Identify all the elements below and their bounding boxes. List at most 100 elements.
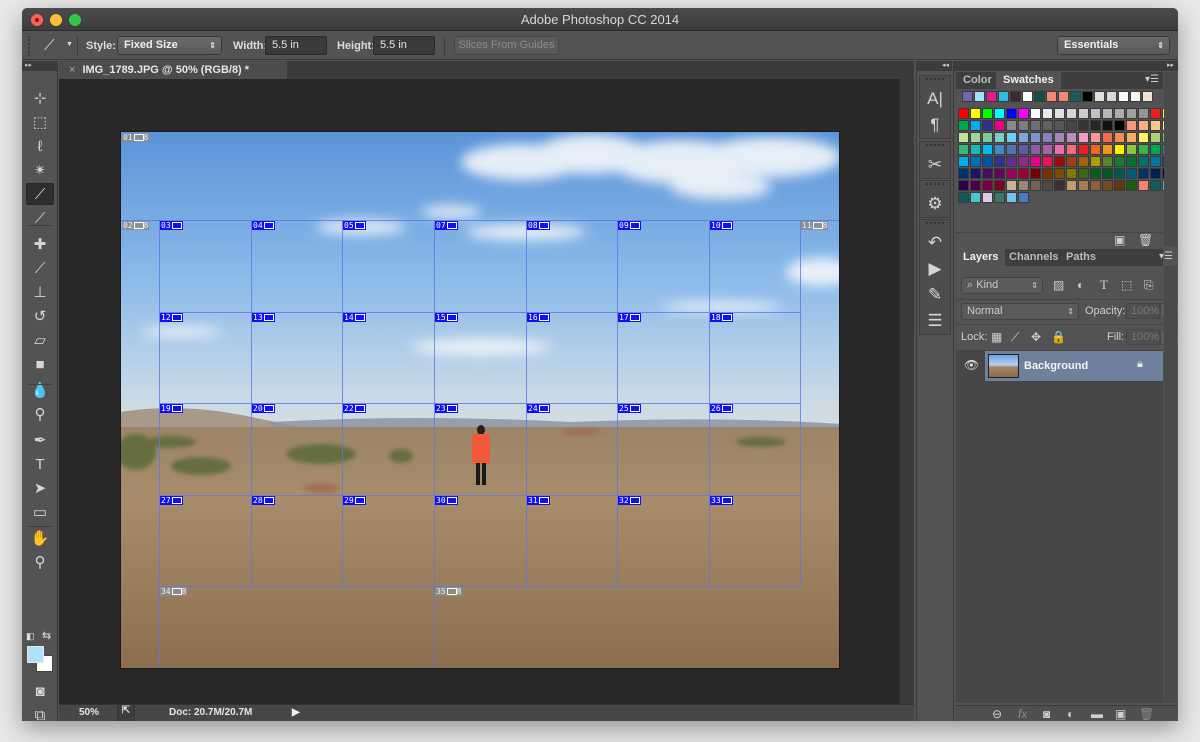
width-input[interactable]: 5.5 in xyxy=(265,36,327,55)
color-swatch[interactable] xyxy=(1030,108,1041,119)
color-swatch[interactable] xyxy=(1006,168,1017,179)
color-swatch[interactable] xyxy=(1042,108,1053,119)
color-swatch[interactable] xyxy=(958,180,969,191)
filter-adjustment-icon[interactable]: ◐ xyxy=(1077,278,1084,292)
user-slice-label[interactable]: 09 xyxy=(618,221,641,230)
slices-from-guides-button[interactable]: Slices From Guides xyxy=(454,36,559,55)
auto-slice-label[interactable]: 11 8 xyxy=(801,221,829,230)
document-tab[interactable]: × IMG_1789.JPG @ 50% (RGB/8) * xyxy=(59,61,287,79)
color-swatch[interactable] xyxy=(1066,180,1077,191)
color-swatch[interactable] xyxy=(1150,108,1161,119)
layer-filter-select[interactable]: ⌕ Kind ⇕ xyxy=(961,277,1043,294)
color-swatch[interactable] xyxy=(1078,144,1089,155)
color-swatch[interactable] xyxy=(1126,144,1137,155)
user-slice-label[interactable]: 32 xyxy=(618,496,641,505)
color-swatch[interactable] xyxy=(1066,168,1077,179)
blur-tool-icon[interactable]: 💧 xyxy=(26,379,54,401)
auto-slice-label[interactable]: 34 8 xyxy=(160,587,188,596)
color-swatch[interactable] xyxy=(1042,144,1053,155)
color-swatch[interactable] xyxy=(1078,120,1089,131)
color-swatch[interactable] xyxy=(1030,132,1041,143)
recent-swatch[interactable] xyxy=(986,91,997,102)
color-swatch[interactable] xyxy=(1066,120,1077,131)
lock-transparent-icon[interactable]: ▦ xyxy=(991,330,1002,344)
user-slice-label[interactable]: 14 xyxy=(343,313,366,322)
color-swatch[interactable] xyxy=(1138,132,1149,143)
fx-icon[interactable]: fx xyxy=(1018,707,1027,721)
color-swatch[interactable] xyxy=(1126,120,1137,131)
user-slice-label[interactable]: 29 xyxy=(343,496,366,505)
default-colors-icon[interactable]: ◧ xyxy=(26,631,35,642)
layer-visibility-toggle[interactable]: 👁 xyxy=(956,351,982,381)
color-swatch[interactable] xyxy=(1090,144,1101,155)
color-swatch[interactable] xyxy=(1090,108,1101,119)
color-swatch[interactable] xyxy=(994,180,1005,191)
color-swatch[interactable] xyxy=(1054,132,1065,143)
color-swatch[interactable] xyxy=(1150,180,1161,191)
color-swatch[interactable] xyxy=(1066,132,1077,143)
dodge-tool-icon[interactable]: ⚲ xyxy=(26,403,54,425)
color-swatch[interactable] xyxy=(1054,144,1065,155)
color-swatch[interactable] xyxy=(1114,132,1125,143)
user-slice-label[interactable]: 13 xyxy=(252,313,275,322)
color-swatch[interactable] xyxy=(982,132,993,143)
color-swatch[interactable] xyxy=(982,180,993,191)
character-icon[interactable]: A| xyxy=(920,86,950,112)
color-swatch[interactable] xyxy=(1126,108,1137,119)
color-swatch[interactable] xyxy=(1090,132,1101,143)
user-slice-label[interactable]: 08 xyxy=(527,221,550,230)
color-swatch[interactable] xyxy=(1114,168,1125,179)
color-swatch[interactable] xyxy=(1102,180,1113,191)
tab-paths[interactable]: Paths xyxy=(1059,249,1103,266)
recent-swatch[interactable] xyxy=(1142,91,1153,102)
color-swatch[interactable] xyxy=(982,120,993,131)
color-swatch[interactable] xyxy=(1138,168,1149,179)
color-swatch[interactable] xyxy=(1054,180,1065,191)
tab-swatches[interactable]: Swatches xyxy=(996,72,1061,89)
pen-tool-icon[interactable]: ✒ xyxy=(26,429,54,451)
color-swatch[interactable] xyxy=(982,144,993,155)
color-swatch[interactable] xyxy=(1042,156,1053,167)
color-swatch[interactable] xyxy=(1054,156,1065,167)
color-swatch[interactable] xyxy=(1006,180,1017,191)
lock-position-icon[interactable]: ✥ xyxy=(1031,330,1041,344)
paragraph-icon[interactable]: ¶ xyxy=(920,112,950,138)
maximize-window-button[interactable] xyxy=(69,14,81,26)
color-swatch[interactable] xyxy=(1030,144,1041,155)
screen-mode-icon[interactable]: ⧉ xyxy=(26,704,54,722)
color-swatch[interactable] xyxy=(1018,144,1029,155)
foreground-color-swatch[interactable] xyxy=(27,646,44,663)
zoom-level[interactable]: 50% xyxy=(79,707,99,718)
user-slice-label[interactable]: 15 xyxy=(435,313,458,322)
color-swatch[interactable] xyxy=(1126,132,1137,143)
color-swatch[interactable] xyxy=(1078,108,1089,119)
expand-dock-button[interactable]: ▸▸ xyxy=(954,61,1178,71)
user-slice-label[interactable]: 20 xyxy=(252,404,275,413)
color-swatch[interactable] xyxy=(1090,180,1101,191)
color-swatch[interactable] xyxy=(1114,108,1125,119)
tab-channels[interactable]: Channels xyxy=(1002,249,1066,266)
clone-stamp-tool-icon[interactable]: ⊥ xyxy=(26,281,54,303)
opacity-input[interactable]: 100% xyxy=(1126,303,1160,319)
color-swatch[interactable] xyxy=(1078,132,1089,143)
color-swatch[interactable] xyxy=(1018,120,1029,131)
color-swatch[interactable] xyxy=(1018,192,1029,203)
color-swatch[interactable] xyxy=(970,144,981,155)
color-swatch[interactable] xyxy=(1030,156,1041,167)
link-layers-icon[interactable]: ⊖ xyxy=(992,707,1002,721)
color-swatch[interactable] xyxy=(994,168,1005,179)
color-swatch[interactable] xyxy=(1150,168,1161,179)
color-swatch[interactable] xyxy=(1138,108,1149,119)
auto-slice-label[interactable]: 01 8 xyxy=(122,133,150,142)
color-swatch[interactable] xyxy=(958,192,969,203)
brushes-icon[interactable]: ✎ xyxy=(920,282,950,308)
user-slice-label[interactable]: 24 xyxy=(527,404,550,413)
color-swatch[interactable] xyxy=(1114,180,1125,191)
new-swatch-icon[interactable]: ▣ xyxy=(1114,233,1125,247)
recent-swatch[interactable] xyxy=(1094,91,1105,102)
color-swatch[interactable] xyxy=(982,168,993,179)
filter-shape-icon[interactable]: ⬚ xyxy=(1121,278,1132,292)
close-document-icon[interactable]: × xyxy=(69,64,75,76)
move-tool-icon[interactable]: ⊹ xyxy=(26,87,54,109)
color-swatch[interactable] xyxy=(1066,144,1077,155)
